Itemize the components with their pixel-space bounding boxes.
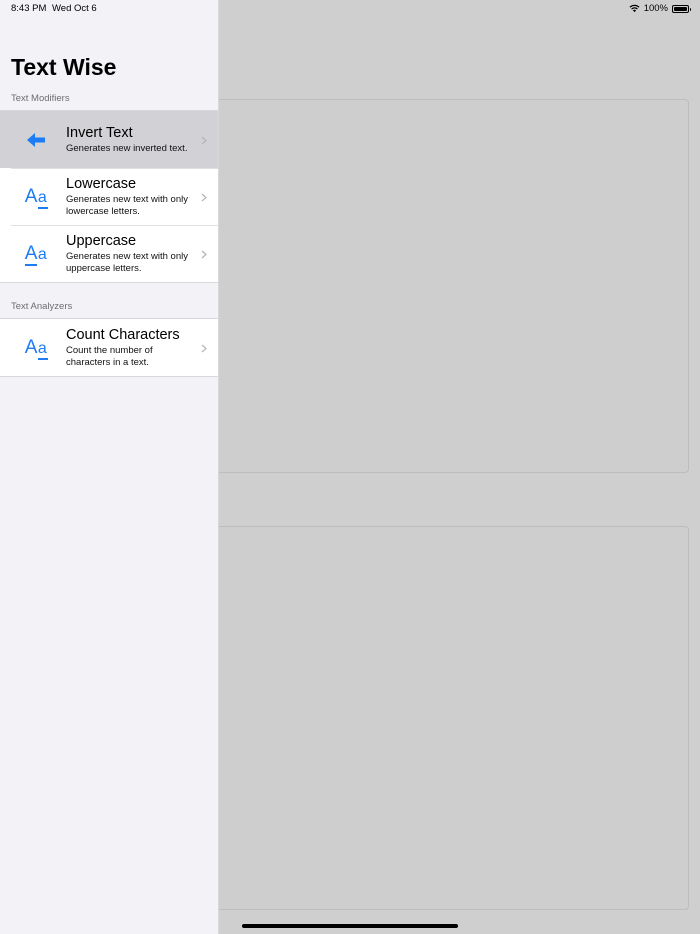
sidebar-item-subtitle: Generates new text with only lowercase l…: [66, 193, 188, 217]
sidebar-item-title: Lowercase: [66, 175, 137, 192]
battery-percent: 100%: [643, 3, 668, 14]
sidebar-item-text: Uppercase Generates new text with only u…: [66, 233, 196, 275]
sidebar-item-subtitle: Generates new inverted text.: [66, 142, 188, 154]
section-header-text-analyzers: Text Analyzers: [11, 301, 73, 312]
sidebar-item-title: Invert Text: [66, 124, 133, 141]
text-analyzers-list: Aa Count Characters Count the number of …: [0, 318, 218, 377]
wifi-icon: [629, 4, 640, 13]
sidebar-title: Text Wise: [11, 54, 117, 80]
section-header-text-modifiers: Text Modifiers: [11, 93, 70, 104]
chevron-right-icon: [201, 250, 207, 258]
sidebar-item-uppercase[interactable]: Aa Uppercase Generates new text with onl…: [0, 225, 218, 282]
output-text-area: [208, 526, 689, 910]
arrow-left-icon: [20, 126, 52, 154]
sidebar-item-count-characters[interactable]: Aa Count Characters Count the number of …: [0, 319, 218, 376]
status-bar: 8:43 PM Wed Oct 6 100%: [0, 0, 700, 18]
text-case-upper-icon: Aa: [24, 243, 48, 266]
text-case-lower-icon: Aa: [24, 186, 48, 209]
chevron-right-icon: [201, 193, 207, 201]
sidebar-item-text: Lowercase Generates new text with only l…: [66, 176, 196, 218]
sidebar-item-lowercase[interactable]: Aa Lowercase Generates new text with onl…: [0, 168, 218, 225]
sidebar-item-invert-text[interactable]: Invert Text Generates new inverted text.: [0, 111, 218, 168]
sidebar-item-subtitle: Generates new text with only uppercase l…: [66, 250, 188, 274]
input-text-area: [208, 99, 689, 473]
chevron-right-icon: [201, 136, 207, 144]
chevron-right-icon: [201, 344, 207, 352]
sidebar-item-title: Uppercase: [66, 232, 137, 249]
status-indicators: 100%: [629, 3, 691, 14]
sidebar-item-title: Count Characters: [66, 326, 180, 343]
sidebar-item-subtitle: Count the number of characters in a text…: [66, 344, 153, 368]
sidebar-item-text: Invert Text Generates new inverted text.: [66, 125, 196, 155]
status-time: 8:43 PM: [11, 3, 47, 14]
home-indicator[interactable]: [242, 924, 458, 928]
app-screen: Text Wise Text Modifiers Invert Text Gen…: [0, 0, 700, 934]
battery-fill: [674, 6, 687, 11]
status-date: Wed Oct 6: [52, 3, 97, 14]
text-modifiers-list: Invert Text Generates new inverted text.…: [0, 110, 218, 283]
sidebar-item-text: Count Characters Count the number of cha…: [66, 327, 196, 369]
sidebar: Text Wise Text Modifiers Invert Text Gen…: [0, 0, 219, 934]
battery-icon: [672, 4, 691, 13]
text-case-icon: Aa: [24, 337, 48, 360]
